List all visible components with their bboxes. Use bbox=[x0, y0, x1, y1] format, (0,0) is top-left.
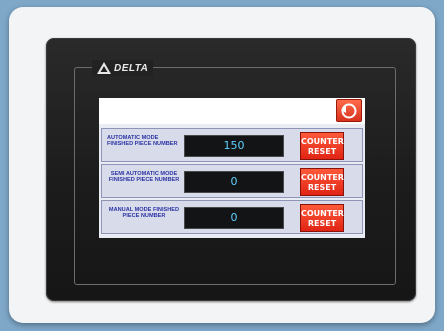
back-button[interactable] bbox=[336, 99, 362, 122]
brand-name: DELTA bbox=[114, 62, 149, 74]
semi-automatic-mode-count-display: 0 bbox=[184, 171, 284, 193]
brand-logo: DELTA bbox=[92, 60, 154, 76]
screen-top-bar bbox=[99, 98, 365, 124]
manual-mode-count-display: 0 bbox=[184, 207, 284, 229]
manual-counter-reset-button[interactable]: COUNTER RESET bbox=[300, 204, 344, 232]
return-arrow-icon bbox=[341, 103, 357, 118]
row-semi-automatic-mode: SEMI AUTOMATIC MODE FINISHED PIECE NUMBE… bbox=[101, 164, 363, 198]
automatic-mode-count-display: 150 bbox=[184, 135, 284, 157]
semi-automatic-mode-label: SEMI AUTOMATIC MODE FINISHED PIECE NUMBE… bbox=[108, 171, 180, 184]
automatic-counter-reset-button[interactable]: COUNTER RESET bbox=[300, 132, 344, 160]
hmi-screen: AUTOMATIC MODE FINISHED PIECE NUMBER 150… bbox=[99, 98, 365, 238]
semi-automatic-counter-reset-button[interactable]: COUNTER RESET bbox=[300, 168, 344, 196]
manual-mode-label: MANUAL MODE FINISHED PIECE NUMBER bbox=[108, 207, 180, 220]
delta-triangle-icon bbox=[97, 62, 111, 74]
automatic-mode-label: AUTOMATIC MODE FINISHED PIECE NUMBER bbox=[107, 135, 178, 148]
row-manual-mode: MANUAL MODE FINISHED PIECE NUMBER 0 COUN… bbox=[101, 200, 363, 234]
row-automatic-mode: AUTOMATIC MODE FINISHED PIECE NUMBER 150… bbox=[101, 128, 363, 162]
